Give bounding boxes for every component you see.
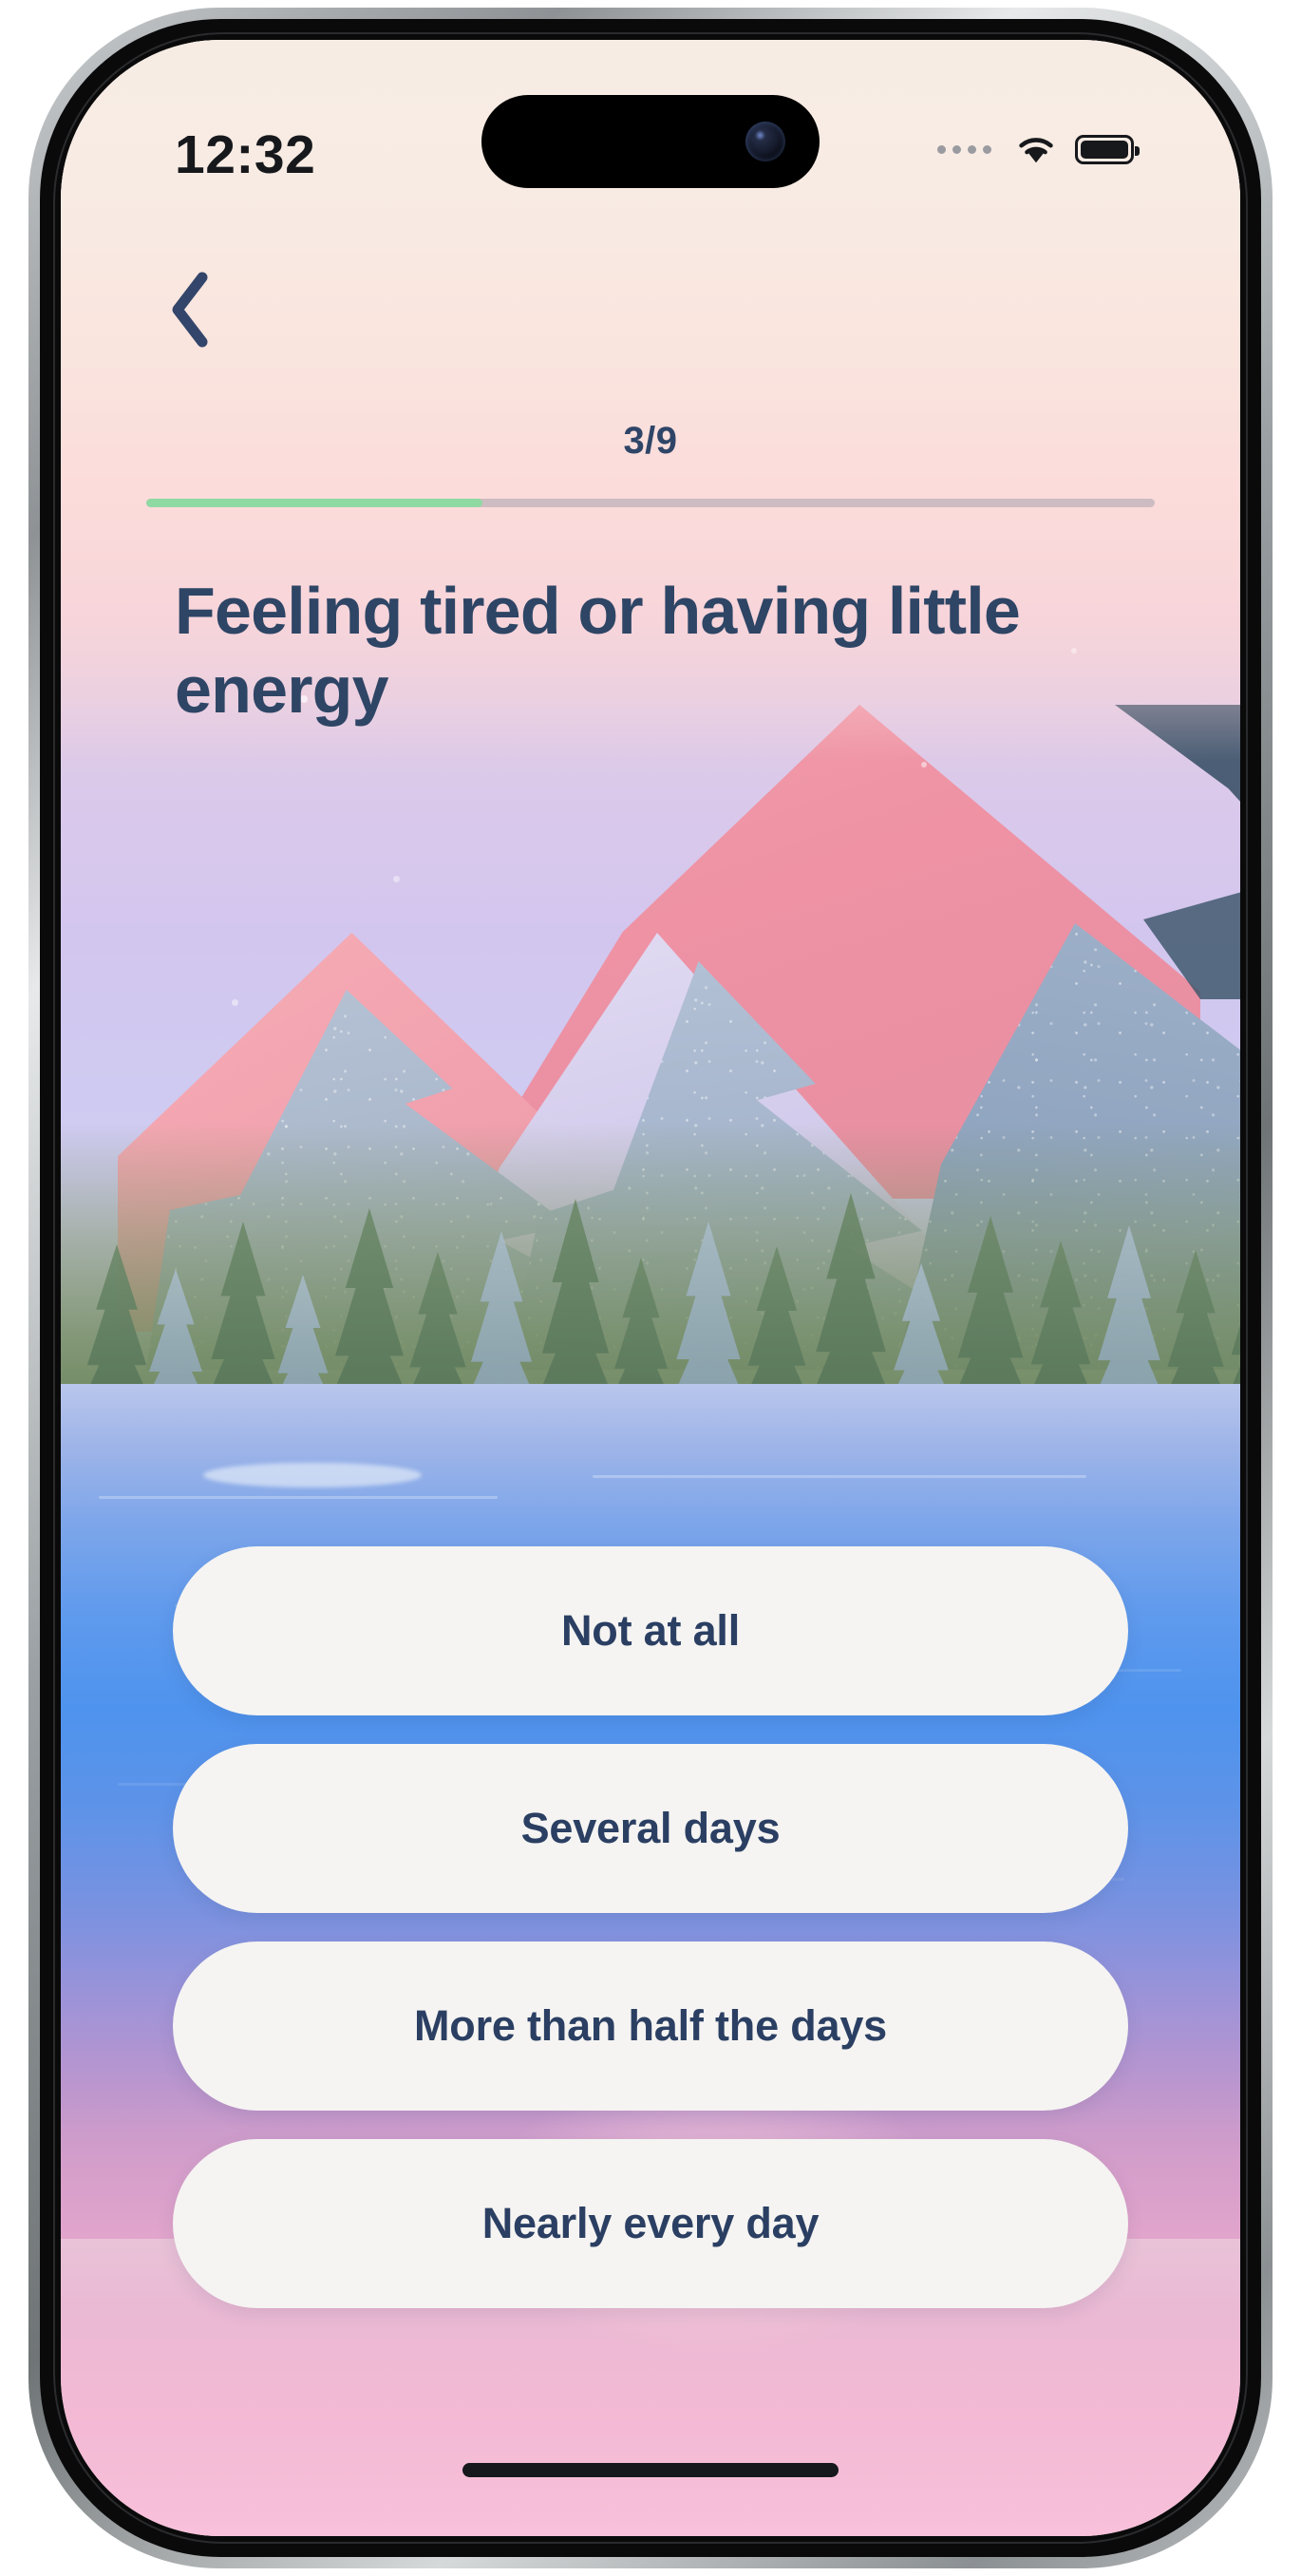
- answer-option-3[interactable]: Nearly every day: [173, 2139, 1128, 2308]
- signal-dots-icon: [937, 144, 991, 154]
- answer-option-label: Nearly every day: [481, 2199, 820, 2247]
- home-indicator[interactable]: [462, 2463, 839, 2477]
- progress-section: 3/9: [61, 420, 1240, 507]
- status-bar-indicators: [937, 133, 1140, 165]
- progress-bar-track: [146, 499, 1155, 507]
- answer-option-label: Several days: [520, 1804, 781, 1852]
- phone-screen: 12:32 3/9 Feeling tired or having little…: [61, 40, 1240, 2536]
- screenshot-stage: 12:32 3/9 Feeling tired or having little…: [0, 0, 1301, 2576]
- wifi-icon: [1014, 133, 1058, 165]
- back-button[interactable]: [144, 266, 236, 357]
- progress-counter: 3/9: [623, 420, 678, 462]
- answer-options-list: Not at all Several days More than half t…: [173, 1546, 1128, 2308]
- progress-bar-fill: [146, 499, 482, 507]
- question-text: Feeling tired or having little energy: [175, 574, 1021, 727]
- phone-body: 12:32 3/9 Feeling tired or having little…: [40, 19, 1261, 2557]
- answer-option-0[interactable]: Not at all: [173, 1546, 1128, 1715]
- answer-option-2[interactable]: More than half the days: [173, 1941, 1128, 2111]
- app-content: 3/9 Feeling tired or having little energ…: [61, 40, 1240, 2536]
- status-bar-clock: 12:32: [175, 124, 316, 185]
- answer-option-1[interactable]: Several days: [173, 1744, 1128, 1913]
- chevron-left-icon: [164, 270, 216, 354]
- dynamic-island: [481, 95, 820, 188]
- answer-option-label: More than half the days: [414, 2001, 887, 2050]
- battery-full-icon: [1075, 134, 1140, 164]
- answer-option-label: Not at all: [560, 1606, 741, 1655]
- front-camera-icon: [745, 122, 785, 161]
- phone-frame: 12:32 3/9 Feeling tired or having little…: [28, 8, 1273, 2568]
